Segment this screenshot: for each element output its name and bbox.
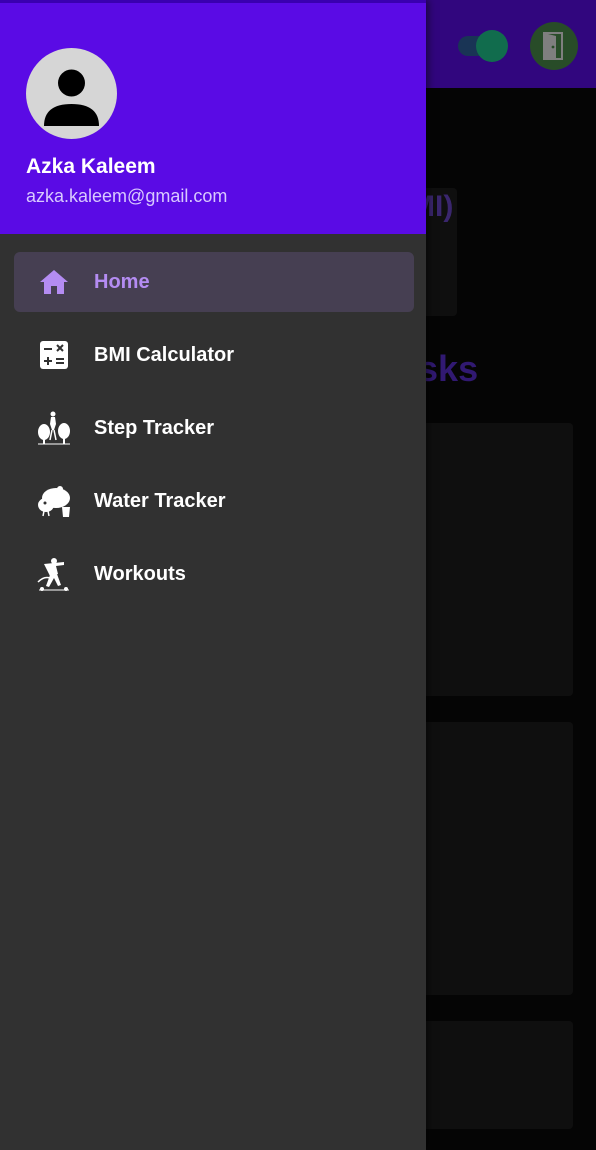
drawer-header: Azka Kaleem azka.kaleem@gmail.com	[0, 0, 426, 234]
nav-item-label: Water Tracker	[94, 490, 226, 512]
nav-item-water-tracker[interactable]: Water Tracker	[14, 471, 414, 531]
navigation-drawer: Azka Kaleem azka.kaleem@gmail.com Home B…	[0, 0, 426, 1150]
avatar	[26, 48, 117, 139]
user-email: azka.kaleem@gmail.com	[26, 186, 228, 206]
nav-item-label: BMI Calculator	[94, 344, 235, 366]
nav-item-workouts[interactable]: Workouts	[14, 544, 414, 604]
nav-item-label: Step Tracker	[94, 417, 215, 439]
user-name: Azka Kaleem	[26, 155, 156, 178]
nav-item-bmi-calculator[interactable]: BMI Calculator	[14, 325, 414, 385]
workout-icon	[37, 558, 69, 591]
nav-item-home[interactable]: Home	[14, 252, 414, 312]
nav-item-label: Home	[94, 271, 150, 293]
person-icon	[44, 69, 99, 126]
nav-item-step-tracker[interactable]: Step Tracker	[14, 398, 414, 458]
nav-item-label: Workouts	[94, 563, 186, 585]
water-icon	[38, 486, 70, 517]
calculator-icon	[40, 341, 68, 369]
home-icon	[40, 270, 68, 294]
footsteps-icon	[38, 411, 70, 445]
